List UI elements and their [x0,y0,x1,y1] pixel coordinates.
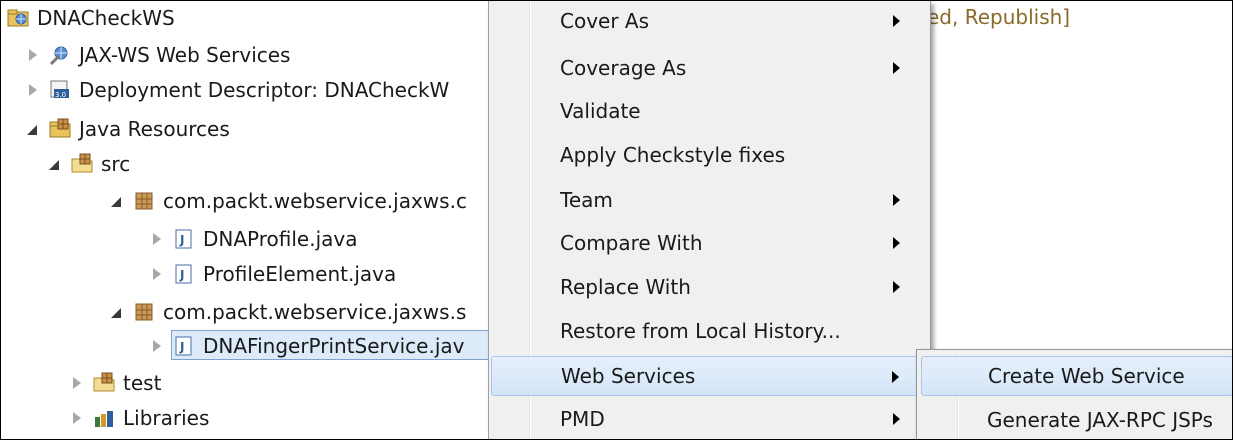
menu-item-restore-from-local-history[interactable]: Restore from Local History... [491,311,926,351]
tree-item-label: Java Resources [79,117,230,141]
tree-item-dnaprofile-java[interactable]: J DNAProfile.java [149,222,358,256]
menu-item-label: Generate JAX-RPC JSPs [987,408,1213,432]
svg-text:J: J [179,268,184,282]
tree-item-profileelement-java[interactable]: J ProfileElement.java [149,257,396,291]
tree-item-label: ProfileElement.java [203,262,397,286]
collapsed-arrow-icon[interactable] [69,410,85,426]
menu-item-generate-jax-rpc-jsps[interactable]: Generate JAX-RPC JSPs [921,400,1232,439]
tree-item-test[interactable]: test [69,366,161,400]
svg-text:J: J [179,340,184,354]
collapsed-arrow-icon[interactable] [149,338,165,354]
project-explorer-tree: DNACheckWS JAX-WS Web Services 3.0 Deplo… [1,1,521,439]
web-services-icon [49,44,71,66]
tree-item-label: JAX-WS Web Services [79,43,291,67]
tree-item-jax-ws-web-services[interactable]: JAX-WS Web Services [25,38,290,72]
web-project-icon [7,7,29,29]
tree-item-java-resources[interactable]: Java Resources [25,112,230,146]
tree-item-label: com.packt.webservice.jaxws.s [163,300,467,324]
package-icon [133,190,155,212]
java-resources-icon [49,118,71,140]
menu-item-create-web-service[interactable]: Create Web Service [921,356,1232,396]
tree-item-package-c[interactable]: com.packt.webservice.jaxws.c [109,184,467,218]
submenu-arrow-icon [893,413,900,425]
menu-item-cover-as[interactable]: Cover As [491,1,926,41]
web-services-submenu: Create Web Service Generate JAX-RPC JSPs [916,349,1232,439]
server-status-text: ed, Republish] [927,5,1071,29]
expanded-arrow-icon[interactable] [47,156,63,172]
submenu-arrow-icon [893,15,900,27]
tree-item-label: Deployment Descriptor: DNACheckW [79,78,450,102]
menu-item-label: Create Web Service [988,364,1185,388]
collapsed-arrow-icon[interactable] [69,375,85,391]
menu-item-label: Web Services [561,364,696,388]
submenu-arrow-icon [893,194,900,206]
tree-item-label: com.packt.webservice.jaxws.c [163,189,467,213]
menu-item-replace-with[interactable]: Replace With [491,267,926,307]
libraries-icon [93,407,115,429]
expanded-arrow-icon[interactable] [109,193,125,209]
ide-window: DNACheckWS JAX-WS Web Services 3.0 Deplo… [0,0,1233,440]
tree-item-src[interactable]: src [47,147,130,181]
tree-item-label: Libraries [123,406,210,430]
tree-item-libraries[interactable]: Libraries [69,401,209,435]
collapsed-arrow-icon[interactable] [25,82,41,98]
deployment-descriptor-icon: 3.0 [49,79,71,101]
expanded-arrow-icon[interactable] [25,121,41,137]
tree-item-label: DNAProfile.java [203,227,358,251]
menu-item-validate[interactable]: Validate [491,91,926,131]
collapsed-arrow-icon[interactable] [25,47,41,63]
menu-item-compare-with[interactable]: Compare With [491,223,926,263]
java-file-icon: J [173,228,195,250]
expanded-arrow-icon[interactable] [109,304,125,320]
menu-item-label: Compare With [560,231,703,255]
tree-item-label: DNAFingerPrintService.jav [203,334,465,358]
menu-item-label: Replace With [560,275,691,299]
java-file-icon: J [173,263,195,285]
tree-item-label: src [101,152,131,176]
menu-item-label: Restore from Local History... [560,319,841,343]
submenu-arrow-icon [893,62,900,74]
menu-item-web-services[interactable]: Web Services [491,356,926,396]
menu-item-label: Team [560,188,613,212]
menu-item-pmd[interactable]: PMD [491,399,926,439]
tree-item-dnafingerprintservice-java[interactable]: J DNAFingerPrintService.jav [149,329,464,363]
submenu-arrow-icon [893,281,900,293]
submenu-arrow-icon [892,371,899,383]
context-menu: Cover As Coverage As Validate Apply Chec… [488,1,931,439]
menu-item-label: Apply Checkstyle fixes [560,143,786,167]
package-icon [133,301,155,323]
menu-item-label: Cover As [560,9,650,33]
java-file-icon: J [173,335,195,357]
menu-item-label: Validate [560,99,641,123]
source-folder-icon [93,372,115,394]
tree-item-package-s[interactable]: com.packt.webservice.jaxws.s [109,295,466,329]
tree-item-dnacheckws[interactable]: DNACheckWS [7,1,175,35]
menu-item-label: PMD [560,407,605,431]
tree-item-deployment-descriptor[interactable]: 3.0 Deployment Descriptor: DNACheckW [25,73,449,107]
svg-text:3.0: 3.0 [55,91,66,99]
svg-text:J: J [179,233,184,247]
menu-item-team[interactable]: Team [491,180,926,220]
menu-item-label: Coverage As [560,56,687,80]
source-folder-icon [71,153,93,175]
submenu-arrow-icon [893,237,900,249]
tree-item-label: test [123,371,162,395]
menu-item-coverage-as[interactable]: Coverage As [491,48,926,88]
collapsed-arrow-icon[interactable] [149,266,165,282]
collapsed-arrow-icon[interactable] [149,231,165,247]
menu-item-apply-checkstyle-fixes[interactable]: Apply Checkstyle fixes [491,135,926,175]
tree-item-label: DNACheckWS [37,6,175,30]
